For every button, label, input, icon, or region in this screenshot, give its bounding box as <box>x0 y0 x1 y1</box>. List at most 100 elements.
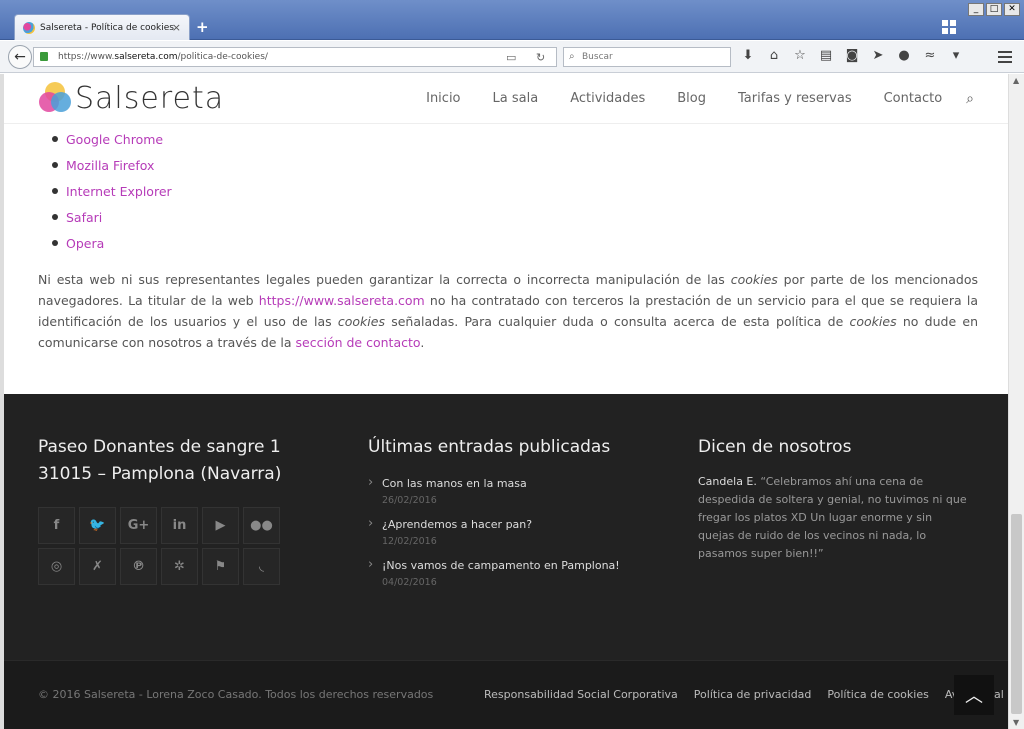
back-arrow-icon[interactable]: ← <box>8 45 32 69</box>
toolbar-icons: ⬇ ⌂ ☆ ▤ ◙ ➤ ● ≈ ▾ <box>740 48 964 63</box>
post-item[interactable]: Con las manos en la masa 26/02/2016 <box>368 475 668 506</box>
cookies-disclaimer-paragraph: Ni esta web ni sus representantes legale… <box>38 269 978 353</box>
site-url-link[interactable]: https://www.salsereta.com <box>259 293 425 308</box>
text: . <box>420 335 425 350</box>
link-mozilla-firefox[interactable]: Mozilla Firefox <box>52 152 172 178</box>
footer-posts-col: Últimas entradas publicadas Con las mano… <box>368 434 668 588</box>
send-icon[interactable]: ➤ <box>870 48 886 63</box>
address-line-1: Paseo Donantes de sangre 1 <box>38 437 281 457</box>
logo-circles-icon <box>39 81 73 116</box>
footer-testimonials-col: Dicen de nosotros Candela E. “Celebramos… <box>698 434 968 563</box>
scroll-up-icon[interactable]: ▲ <box>1013 76 1019 85</box>
nav-actividades[interactable]: Actividades <box>570 91 645 107</box>
maximize-button[interactable]: □ <box>986 3 1002 16</box>
tab-close-icon[interactable]: × <box>172 21 181 34</box>
post-item[interactable]: ¡Nos vamos de campamento en Pamplona! 04… <box>368 557 668 588</box>
google-plus-icon[interactable]: G+ <box>120 507 157 544</box>
copyright-text: © 2016 Salsereta - Lorena Zoco Casado. T… <box>38 688 434 701</box>
search-field[interactable]: ⌕ Buscar <box>563 47 731 67</box>
main-navigation: Inicio La sala Actividades Blog Tarifas … <box>426 91 974 107</box>
menu-icon[interactable] <box>998 51 1012 63</box>
link-safari[interactable]: Safari <box>52 204 172 230</box>
post-title[interactable]: ¿Aprendemos a hacer pan? <box>368 516 668 531</box>
browser-toolbar: ← https://www.salsereta.com/politica-de-… <box>0 41 1024 73</box>
minimize-button[interactable]: _ <box>968 3 984 16</box>
dropdown-icon[interactable]: ▾ <box>948 48 964 63</box>
url-host: salsereta.com <box>114 52 178 62</box>
logo-text: Salsereta <box>75 81 225 116</box>
testimonial: Candela E. “Celebramos ahí una cena de d… <box>698 473 968 563</box>
scroll-down-icon[interactable]: ▼ <box>1013 718 1019 727</box>
link-politica-privacidad[interactable]: Política de privacidad <box>694 688 812 701</box>
nav-tarifas[interactable]: Tarifas y reservas <box>738 91 852 107</box>
rss-icon[interactable]: ◟ <box>243 548 280 585</box>
search-icon: ⌕ <box>569 51 575 62</box>
text: Ni esta web ni sus representantes legale… <box>38 272 731 287</box>
link-politica-cookies[interactable]: Política de cookies <box>827 688 928 701</box>
addon-icon[interactable]: ≈ <box>922 48 938 63</box>
url-prefix: https://www. <box>58 52 115 62</box>
footer-links: Responsabilidad Social Corporativa Polít… <box>484 688 1004 701</box>
browser-titlebar: Salsereta - Política de cookies × + _ □ … <box>0 0 1024 40</box>
new-tab-button[interactable]: + <box>196 18 209 36</box>
tab-groups-icon[interactable] <box>942 20 956 34</box>
scrollbar-thumb[interactable] <box>1011 514 1022 714</box>
cookies-term: cookies <box>337 314 385 329</box>
nav-inicio[interactable]: Inicio <box>426 91 460 107</box>
tab-title: Salsereta - Política de cookies <box>40 22 174 33</box>
post-date: 04/02/2016 <box>382 577 437 588</box>
posts-heading: Últimas entradas publicadas <box>368 437 611 457</box>
pinterest-icon[interactable]: ℗ <box>120 548 157 585</box>
linkedin-icon[interactable]: in <box>161 507 198 544</box>
xing-icon[interactable]: ✗ <box>79 548 116 585</box>
yelp-icon[interactable]: ✲ <box>161 548 198 585</box>
testimonial-author: Candela E. <box>698 475 757 488</box>
site-footer: Paseo Donantes de sangre 1 31015 – Pampl… <box>4 394 1008 660</box>
site-search-icon[interactable]: ⌕ <box>966 91 974 107</box>
nav-contacto[interactable]: Contacto <box>884 91 943 107</box>
post-date: 26/02/2016 <box>382 495 437 506</box>
reload-icon[interactable]: ↻ <box>536 49 545 67</box>
nav-la-sala[interactable]: La sala <box>493 91 539 107</box>
browser-tab-active[interactable]: Salsereta - Política de cookies × <box>14 14 190 40</box>
post-title[interactable]: Con las manos en la masa <box>368 475 668 490</box>
instagram-icon[interactable]: ◎ <box>38 548 75 585</box>
facebook-icon[interactable]: f <box>38 507 75 544</box>
bookmarks-list-icon[interactable]: ▤ <box>818 48 834 63</box>
post-title[interactable]: ¡Nos vamos de campamento en Pamplona! <box>368 557 668 572</box>
bookmark-star-icon[interactable]: ☆ <box>792 48 808 63</box>
foursquare-icon[interactable]: ⚑ <box>202 548 239 585</box>
cookies-term: cookies <box>730 272 778 287</box>
address-bar[interactable]: https://www.salsereta.com/politica-de-co… <box>33 47 557 67</box>
close-window-button[interactable]: ✕ <box>1004 3 1020 16</box>
youtube-icon[interactable]: ▶ <box>202 507 239 544</box>
footer-address-col: Paseo Donantes de sangre 1 31015 – Pampl… <box>38 434 281 488</box>
link-responsabilidad-social[interactable]: Responsabilidad Social Corporativa <box>484 688 678 701</box>
post-date: 12/02/2016 <box>382 536 437 547</box>
site-favicon-icon <box>23 21 35 34</box>
contact-section-link[interactable]: sección de contacto <box>296 335 421 350</box>
site-logo[interactable]: Salsereta <box>39 81 224 116</box>
testimonials-heading: Dicen de nosotros <box>698 437 852 457</box>
nav-blog[interactable]: Blog <box>677 91 706 107</box>
post-item[interactable]: ¿Aprendemos a hacer pan? 12/02/2016 <box>368 516 668 547</box>
site-header: Salsereta Inicio La sala Actividades Blo… <box>4 74 1008 124</box>
download-icon[interactable]: ⬇ <box>740 48 756 63</box>
url-path: /politica-de-cookies/ <box>177 52 268 62</box>
link-google-chrome[interactable]: Google Chrome <box>52 126 172 152</box>
browser-links-list: Google Chrome Mozilla Firefox Internet E… <box>52 126 172 256</box>
home-icon[interactable]: ⌂ <box>766 48 782 63</box>
scroll-to-top-icon[interactable]: ︿ <box>954 675 994 715</box>
flickr-icon[interactable]: ●● <box>243 507 280 544</box>
twitter-icon[interactable]: 🐦 <box>79 507 116 544</box>
link-opera[interactable]: Opera <box>52 230 172 256</box>
window-controls: _ □ ✕ <box>968 3 1020 16</box>
address-line-2: 31015 – Pamplona (Navarra) <box>38 464 282 484</box>
cookies-term: cookies <box>849 314 897 329</box>
lock-icon <box>40 52 48 61</box>
reader-view-icon[interactable]: ▭ <box>506 49 516 67</box>
page-scrollbar[interactable]: ▲ ▼ <box>1008 74 1024 729</box>
pocket-icon[interactable]: ◙ <box>844 48 860 63</box>
chat-icon[interactable]: ● <box>896 48 912 63</box>
link-internet-explorer[interactable]: Internet Explorer <box>52 178 172 204</box>
